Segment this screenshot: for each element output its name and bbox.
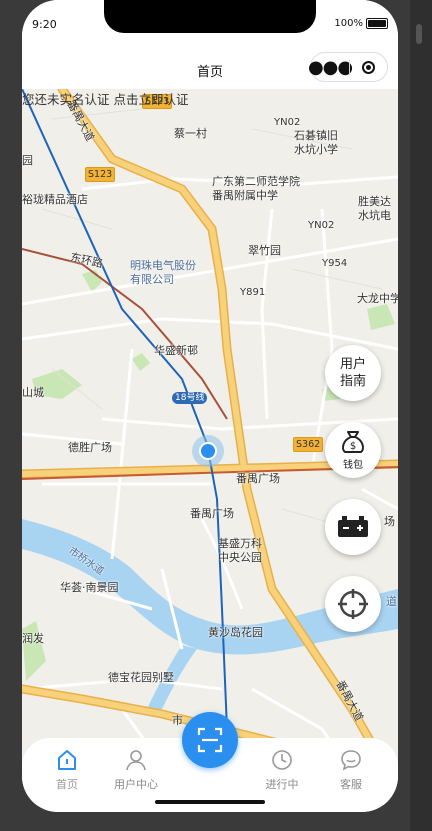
tab-home[interactable]: 首页 xyxy=(37,748,97,792)
map-label: 华荟·南景园 xyxy=(60,581,119,594)
clock-icon xyxy=(272,750,292,770)
tab-label: 首页 xyxy=(56,778,78,791)
map-label: 园 xyxy=(22,154,33,167)
more-dots-icon: ●●● xyxy=(307,56,353,78)
battery-icon xyxy=(338,516,368,537)
tab-clock-icon-wrap xyxy=(252,748,312,772)
battery-percent: 100% xyxy=(334,18,363,29)
tab-customer-service[interactable]: 客服 xyxy=(321,748,381,792)
user-guide-label: 用户 指南 xyxy=(339,357,366,389)
tab-label: 用户中心 xyxy=(114,778,158,791)
scan-icon xyxy=(197,727,223,753)
battery-icon xyxy=(366,18,388,29)
phone-screen: 9:20 100% 首页 ●●● 您还未实名认证 点击立即认证 S123 S12… xyxy=(22,0,398,812)
locate-button[interactable] xyxy=(325,576,381,632)
map-label: 润发 xyxy=(22,632,44,645)
battery-button[interactable] xyxy=(325,499,381,555)
map-label: 华盛新邨 xyxy=(154,344,198,357)
tab-user-center[interactable]: 用户中心 xyxy=(106,748,166,792)
mini-program-capsule: ●●● xyxy=(307,52,388,82)
side-strip-handle xyxy=(416,24,422,44)
status-time: 9:20 xyxy=(32,18,57,31)
map-label: Y891 xyxy=(240,287,266,298)
map-label: YN02 xyxy=(274,117,301,128)
tab-home-icon-wrap xyxy=(37,748,97,772)
map-label: 石碁镇旧 水坑小学 xyxy=(294,129,338,157)
home-indicator xyxy=(155,800,265,804)
crosshair-icon xyxy=(338,589,368,619)
map-label: 蔡一村 xyxy=(174,127,207,140)
map-label: YN02 xyxy=(308,220,335,231)
user-icon xyxy=(126,750,146,771)
tab-label: 进行中 xyxy=(265,778,299,791)
svg-text:$: $ xyxy=(350,441,356,452)
money-bag-icon: $ xyxy=(342,431,364,453)
map-label: 裕珑精品酒店 xyxy=(22,193,88,206)
more-menu-button[interactable]: ●●● xyxy=(307,53,353,81)
map-label: 胜美达 水坑电 xyxy=(358,195,391,223)
map-label: 德宝花园别墅 xyxy=(108,671,174,684)
side-strip xyxy=(410,0,432,831)
map-label: 道 xyxy=(386,595,397,608)
map-label: 番禺广场 xyxy=(190,507,234,520)
map-label: 基盛万科 中央公园 xyxy=(218,537,262,565)
scan-button[interactable] xyxy=(182,712,238,768)
tab-user-icon-wrap xyxy=(106,748,166,772)
close-mini-program-button[interactable] xyxy=(350,53,387,81)
map-label: 场 xyxy=(384,515,395,528)
home-icon xyxy=(58,750,76,770)
map-label: 广东第二师范学院 番禺附属中学 xyxy=(212,175,300,203)
wallet-label: 钱包 xyxy=(343,460,363,471)
map-label: 大龙中学 xyxy=(357,292,398,305)
map-label: Y954 xyxy=(322,258,348,269)
chat-icon xyxy=(341,750,361,771)
user-guide-button[interactable]: 用户 指南 xyxy=(325,345,381,401)
map-label: 市 xyxy=(172,714,183,727)
map-label: 山城 xyxy=(22,386,44,399)
road-badge-s123: S123 xyxy=(85,167,116,182)
tab-in-progress[interactable]: 进行中 xyxy=(252,748,312,792)
map-label: 翠竹园 xyxy=(248,244,281,257)
target-icon xyxy=(361,60,375,74)
map-label: 番禺广场 xyxy=(236,472,280,485)
map-label: 黄沙岛花园 xyxy=(208,626,263,639)
road-badge-s362: S362 xyxy=(293,437,324,452)
tab-label: 客服 xyxy=(340,778,362,791)
map-label: 明珠电气股份 有限公司 xyxy=(130,259,196,287)
nav-bar: 首页 ●●● xyxy=(22,52,398,89)
map-label: 德胜广场 xyxy=(68,441,112,454)
tab-chat-icon-wrap xyxy=(321,748,381,772)
notch xyxy=(104,0,316,33)
status-battery: 100% xyxy=(334,18,388,29)
metro-line-badge: 18号线 xyxy=(172,392,208,404)
wallet-button[interactable]: $ 钱包 xyxy=(325,422,381,478)
verification-notice[interactable]: 您还未实名认证 点击立即认证 xyxy=(22,89,188,108)
